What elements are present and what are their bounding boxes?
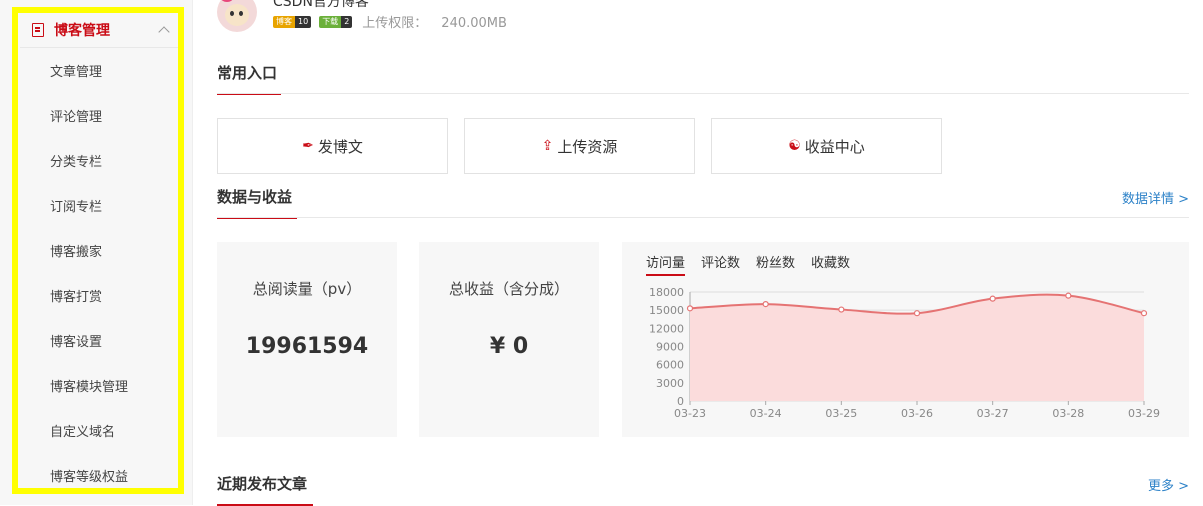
write-post-button[interactable]: ✒ 发博文 — [217, 118, 448, 174]
section-title-data: 数据与收益 — [217, 186, 297, 219]
data-point — [1140, 310, 1148, 317]
y-tick-label: 12000 — [649, 322, 684, 335]
section-title-recent: 近期发布文章 — [217, 473, 313, 506]
data-details-link[interactable]: 数据详情 > — [1122, 188, 1189, 207]
download-level-badge: 下载 2 — [319, 15, 353, 28]
y-tick-label: 18000 — [649, 286, 684, 299]
total-income-value: ¥ 0 — [489, 334, 529, 359]
tab-visits[interactable]: 访问量 — [646, 252, 686, 276]
traffic-chart-card: 0 3000 6000 9000 12000 15000 18000 03-23 03-24 03… — [622, 242, 1189, 437]
avatar[interactable] — [217, 0, 257, 32]
tab-favorites[interactable]: 收藏数 — [811, 252, 850, 275]
x-tick-label: 03-27 — [977, 407, 1009, 420]
tab-fans[interactable]: 粉丝数 — [756, 252, 795, 275]
section-title-common: 常用入口 — [217, 62, 281, 95]
total-income-card: 总收益（含分成） ¥ 0 — [419, 242, 599, 437]
divider — [217, 217, 1189, 218]
y-tick-label: 9000 — [656, 341, 684, 354]
total-pv-card: 总阅读量（pv） 19961594 — [217, 242, 397, 437]
x-tick-label: 03-25 — [825, 407, 857, 420]
user-badges: 博客 10 下载 2 上传权限： 240.00MB — [273, 12, 507, 31]
total-pv-value: 19961594 — [245, 334, 369, 359]
x-tick-label: 03-23 — [674, 407, 706, 420]
x-tick-label: 03-26 — [901, 407, 933, 420]
highlight-box — [12, 7, 184, 494]
tab-comments[interactable]: 评论数 — [701, 252, 740, 275]
income-icon: ☯ — [788, 138, 801, 154]
data-point — [1065, 292, 1072, 299]
y-tick-label: 3000 — [656, 377, 684, 390]
pen-icon: ✒ — [302, 138, 314, 154]
x-tick-label: 03-28 — [1052, 407, 1084, 420]
upload-resource-button[interactable]: ⇪ 上传资源 — [464, 118, 695, 174]
recent-more-link[interactable]: 更多 > — [1148, 475, 1189, 494]
total-income-label: 总收益（含分成） — [448, 280, 569, 298]
data-point — [989, 295, 996, 302]
x-tick-label: 03-24 — [750, 407, 782, 420]
data-point — [913, 310, 921, 317]
upload-quota: 上传权限： 240.00MB — [362, 16, 507, 31]
user-name[interactable]: CSDN官方博客 — [273, 0, 369, 11]
total-pv-label: 总阅读量（pv） — [252, 280, 362, 298]
y-tick-label: 15000 — [649, 304, 684, 317]
upload-icon: ⇪ — [541, 138, 554, 154]
divider — [217, 93, 1189, 94]
blog-level-badge: 博客 10 — [273, 15, 312, 28]
chart-tabs: 访问量 评论数 粉丝数 收藏数 — [646, 252, 866, 276]
income-center-button[interactable]: ☯ 收益中心 — [711, 118, 942, 174]
y-tick-label: 6000 — [656, 359, 684, 372]
data-point — [762, 301, 769, 308]
data-point — [838, 306, 845, 313]
main-content: CSDN官方博客 博客 10 下载 2 上传权限： 240.00MB 常用入口 ✒ 发… — [217, 0, 1189, 506]
data-point — [686, 305, 694, 312]
x-tick-label: 03-29 — [1128, 407, 1160, 420]
